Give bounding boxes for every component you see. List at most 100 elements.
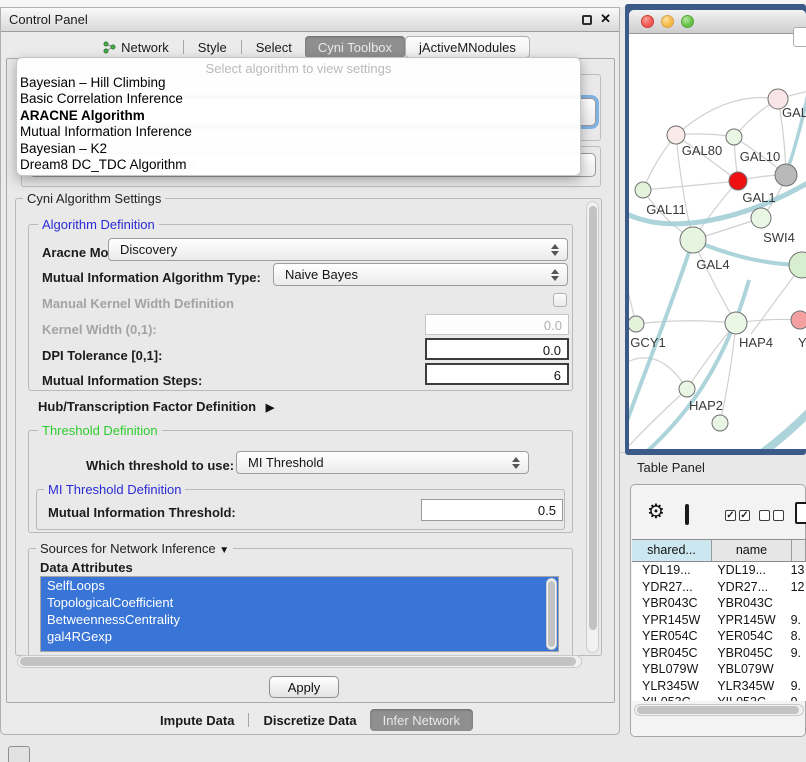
table-cell: 9.	[787, 612, 806, 629]
select-all-columns-icon[interactable]: ✓ ✓	[725, 510, 750, 521]
table-row[interactable]: YBR045CYBR045C9.	[632, 645, 806, 662]
algorithm-option[interactable]: Mutual Information Inference	[17, 124, 580, 140]
dpi-tolerance-value: 0.0	[543, 343, 561, 358]
algorithm-option[interactable]: Basic Correlation Inference	[17, 91, 580, 107]
tab-cyni-toolbox[interactable]: Cyni Toolbox	[305, 36, 405, 58]
minimize-traffic-light-icon[interactable]	[661, 15, 674, 28]
algorithm-option[interactable]: Bayesian – K2	[17, 141, 580, 157]
network-node[interactable]	[679, 381, 695, 397]
tab-discretize-data[interactable]: Discretize Data	[250, 709, 369, 731]
which-threshold-combo[interactable]: MI Threshold	[236, 451, 529, 474]
table-row[interactable]: YDL19...YDL19...13	[632, 562, 806, 579]
table-panel: ⚙ ✓ ✓ shared...name YDL19...YDL19...13YD…	[630, 484, 806, 737]
table-cell: YER054C	[632, 628, 709, 645]
attribute-list-item[interactable]: TopologicalCoefficient	[41, 594, 558, 611]
tab-impute-data[interactable]: Impute Data	[147, 709, 247, 731]
tab-jactivemnodules[interactable]: jActiveMNodules	[405, 36, 530, 58]
table-row[interactable]: YIL053CYIL053C9	[632, 694, 806, 701]
gear-icon[interactable]: ⚙	[647, 502, 665, 522]
document-icon[interactable]	[795, 502, 806, 524]
table-cell: YBR045C	[632, 645, 709, 662]
table-row[interactable]: YBL079WYBL079W	[632, 661, 806, 678]
stepper-icon	[547, 244, 563, 256]
table-horizontal-scrollbar[interactable]	[634, 704, 804, 716]
table-cell: YER054C	[709, 628, 786, 645]
tab-infer-network[interactable]: Infer Network	[370, 709, 473, 731]
deselect-all-columns-icon[interactable]	[759, 510, 784, 521]
attribute-list-item[interactable]: gal4RGexp	[41, 628, 558, 645]
table-cell: YLR345W	[632, 678, 709, 695]
unchecked-box-icon	[773, 510, 784, 521]
network-node[interactable]	[635, 182, 651, 198]
table-cell: YIL053C	[709, 694, 786, 701]
table-cell: 12	[787, 579, 806, 596]
node-label: GAL11	[646, 202, 686, 217]
dpi-tolerance-field[interactable]: 0.0	[425, 338, 569, 360]
kernel-width-field[interactable]: 0.0	[425, 314, 569, 335]
network-node[interactable]	[712, 415, 728, 431]
data-attributes-label: Data Attributes	[40, 560, 133, 575]
mi-algorithm-type-value: Naive Bayes	[274, 267, 547, 282]
cyni-mode-tabbar: Impute Data Discretize Data Infer Networ…	[1, 708, 619, 732]
table-row[interactable]: YLR345WYLR345W9.	[632, 678, 806, 695]
table-row[interactable]: YPR145WYPR145W9.	[632, 612, 806, 629]
aracne-mode-combo[interactable]: Discovery	[108, 238, 568, 261]
network-node[interactable]	[729, 172, 747, 190]
network-node[interactable]	[775, 164, 797, 186]
data-attributes-list[interactable]: SelfLoopsTopologicalCoefficientBetweenne…	[40, 576, 559, 652]
tab-select[interactable]: Select	[243, 36, 305, 58]
table-cell: YBR045C	[709, 645, 786, 662]
network-canvas[interactable]: GALGAL80GAL10GAL1GAL11SWI4GAL4GCY1HAP4YH…	[629, 34, 806, 449]
mi-threshold-label: Mutual Information Threshold:	[48, 505, 236, 520]
table-cell: YDR27...	[709, 579, 786, 596]
algorithm-option[interactable]: Bayesian – Hill Climbing	[17, 75, 580, 91]
network-node[interactable]	[726, 129, 742, 145]
table-column-header[interactable]: shared...	[632, 540, 712, 561]
dpi-tolerance-label: DPI Tolerance [0,1]:	[42, 348, 162, 363]
table-row[interactable]: YER054CYER054C8.	[632, 628, 806, 645]
network-node[interactable]	[680, 227, 706, 253]
settings-vertical-scrollbar[interactable]	[586, 201, 599, 653]
mi-steps-field[interactable]: 6	[425, 363, 569, 385]
table-row[interactable]: YBR043CYBR043C	[632, 595, 806, 612]
tab-network[interactable]: Network	[90, 36, 182, 58]
network-node[interactable]	[629, 316, 644, 332]
network-window-titlebar[interactable]	[629, 10, 806, 34]
algorithm-popup-list: Bayesian – Hill ClimbingBasic Correlatio…	[17, 75, 580, 173]
zoom-traffic-light-icon[interactable]	[681, 15, 694, 28]
minimized-panel-icon[interactable]	[8, 746, 30, 762]
panel-title: Control Panel	[9, 12, 88, 27]
table-cell: YBL079W	[709, 661, 786, 678]
algorithm-definition-title: Algorithm Definition	[38, 217, 159, 232]
table-cell: YLR345W	[709, 678, 786, 695]
settings-horizontal-scrollbar[interactable]	[17, 655, 582, 668]
close-traffic-light-icon[interactable]	[641, 15, 654, 28]
network-node[interactable]	[791, 311, 806, 329]
table-column-header[interactable]: name	[712, 540, 792, 561]
unchecked-box-icon	[759, 510, 770, 521]
network-node[interactable]	[789, 252, 806, 278]
apply-button[interactable]: Apply	[269, 676, 339, 698]
manual-kernel-width-checkbox[interactable]	[553, 293, 567, 307]
table-cell	[787, 595, 806, 612]
algorithm-option[interactable]: Dream8 DC_TDC Algorithm	[17, 157, 580, 173]
tab-style[interactable]: Style	[185, 36, 240, 58]
mi-threshold-field[interactable]: 0.5	[421, 499, 563, 521]
attribute-list-item[interactable]: BetweennessCentrality	[41, 611, 558, 628]
table-row[interactable]: YDR27...YDR27...12	[632, 579, 806, 596]
float-window-icon[interactable]	[582, 15, 592, 25]
network-edge	[676, 98, 779, 136]
columns-icon[interactable]	[685, 504, 689, 525]
close-icon[interactable]: ✕	[600, 11, 611, 27]
attribute-list-item[interactable]: SelfLoops	[41, 577, 558, 594]
network-edge	[643, 181, 738, 190]
hub-definition-toggle[interactable]: Hub/Transcription Factor Definition ▶	[38, 399, 274, 414]
mi-algorithm-type-combo[interactable]: Naive Bayes	[273, 263, 568, 286]
network-node[interactable]	[667, 126, 685, 144]
algorithm-option[interactable]: ARACNE Algorithm	[17, 108, 580, 124]
network-node[interactable]	[751, 208, 771, 228]
network-node[interactable]	[725, 312, 747, 334]
table-column-header[interactable]	[792, 540, 806, 561]
list-scrollbar[interactable]	[546, 578, 557, 650]
sources-title[interactable]: Sources for Network Inference ▼	[36, 541, 233, 556]
